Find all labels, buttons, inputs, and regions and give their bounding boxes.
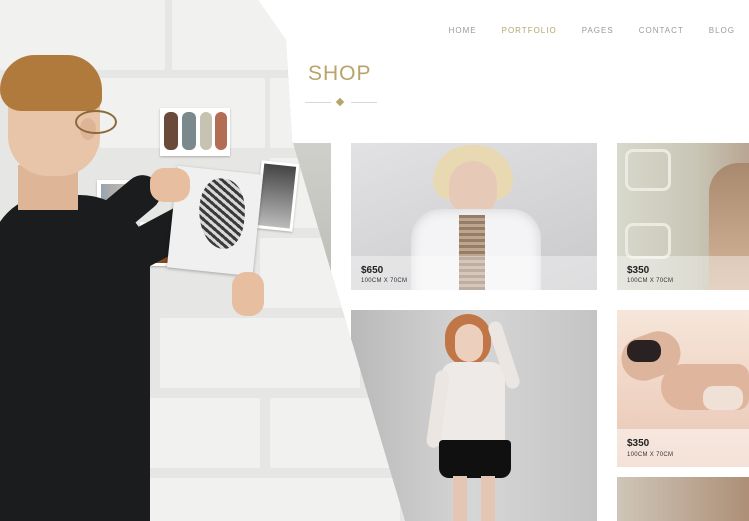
diamond-icon xyxy=(335,97,345,107)
nav-blog-link[interactable]: BLOG xyxy=(709,26,735,35)
nav-pages-link[interactable]: PAGES xyxy=(582,26,614,35)
page-title: SHOP xyxy=(308,62,372,85)
nav-contact-link[interactable]: CONTACT xyxy=(639,26,684,35)
nav-home-link[interactable]: HOME xyxy=(449,26,477,35)
glasses-icon xyxy=(75,110,117,134)
product-size: 100CM X 70CM xyxy=(627,278,674,284)
product-image xyxy=(617,477,749,521)
product-card[interactable] xyxy=(617,477,749,521)
product-card[interactable]: $350 100CM X 70CM xyxy=(617,143,749,290)
title-divider xyxy=(305,97,377,107)
product-card[interactable]: $350 100CM X 70CM xyxy=(617,310,749,467)
product-price: $350 xyxy=(627,265,650,276)
product-card[interactable]: $650 100CM X 70CM xyxy=(351,143,597,290)
product-size: 100CM X 70CM xyxy=(361,278,408,284)
product-price: $350 xyxy=(627,438,650,449)
nav-portfolio-link[interactable]: PORTFOLIO xyxy=(502,26,557,35)
product-price: $650 xyxy=(361,265,384,276)
top-nav: HOME PORTFOLIO PAGES CONTACT BLOG xyxy=(449,26,735,35)
product-size: 100CM X 70CM xyxy=(627,452,674,458)
